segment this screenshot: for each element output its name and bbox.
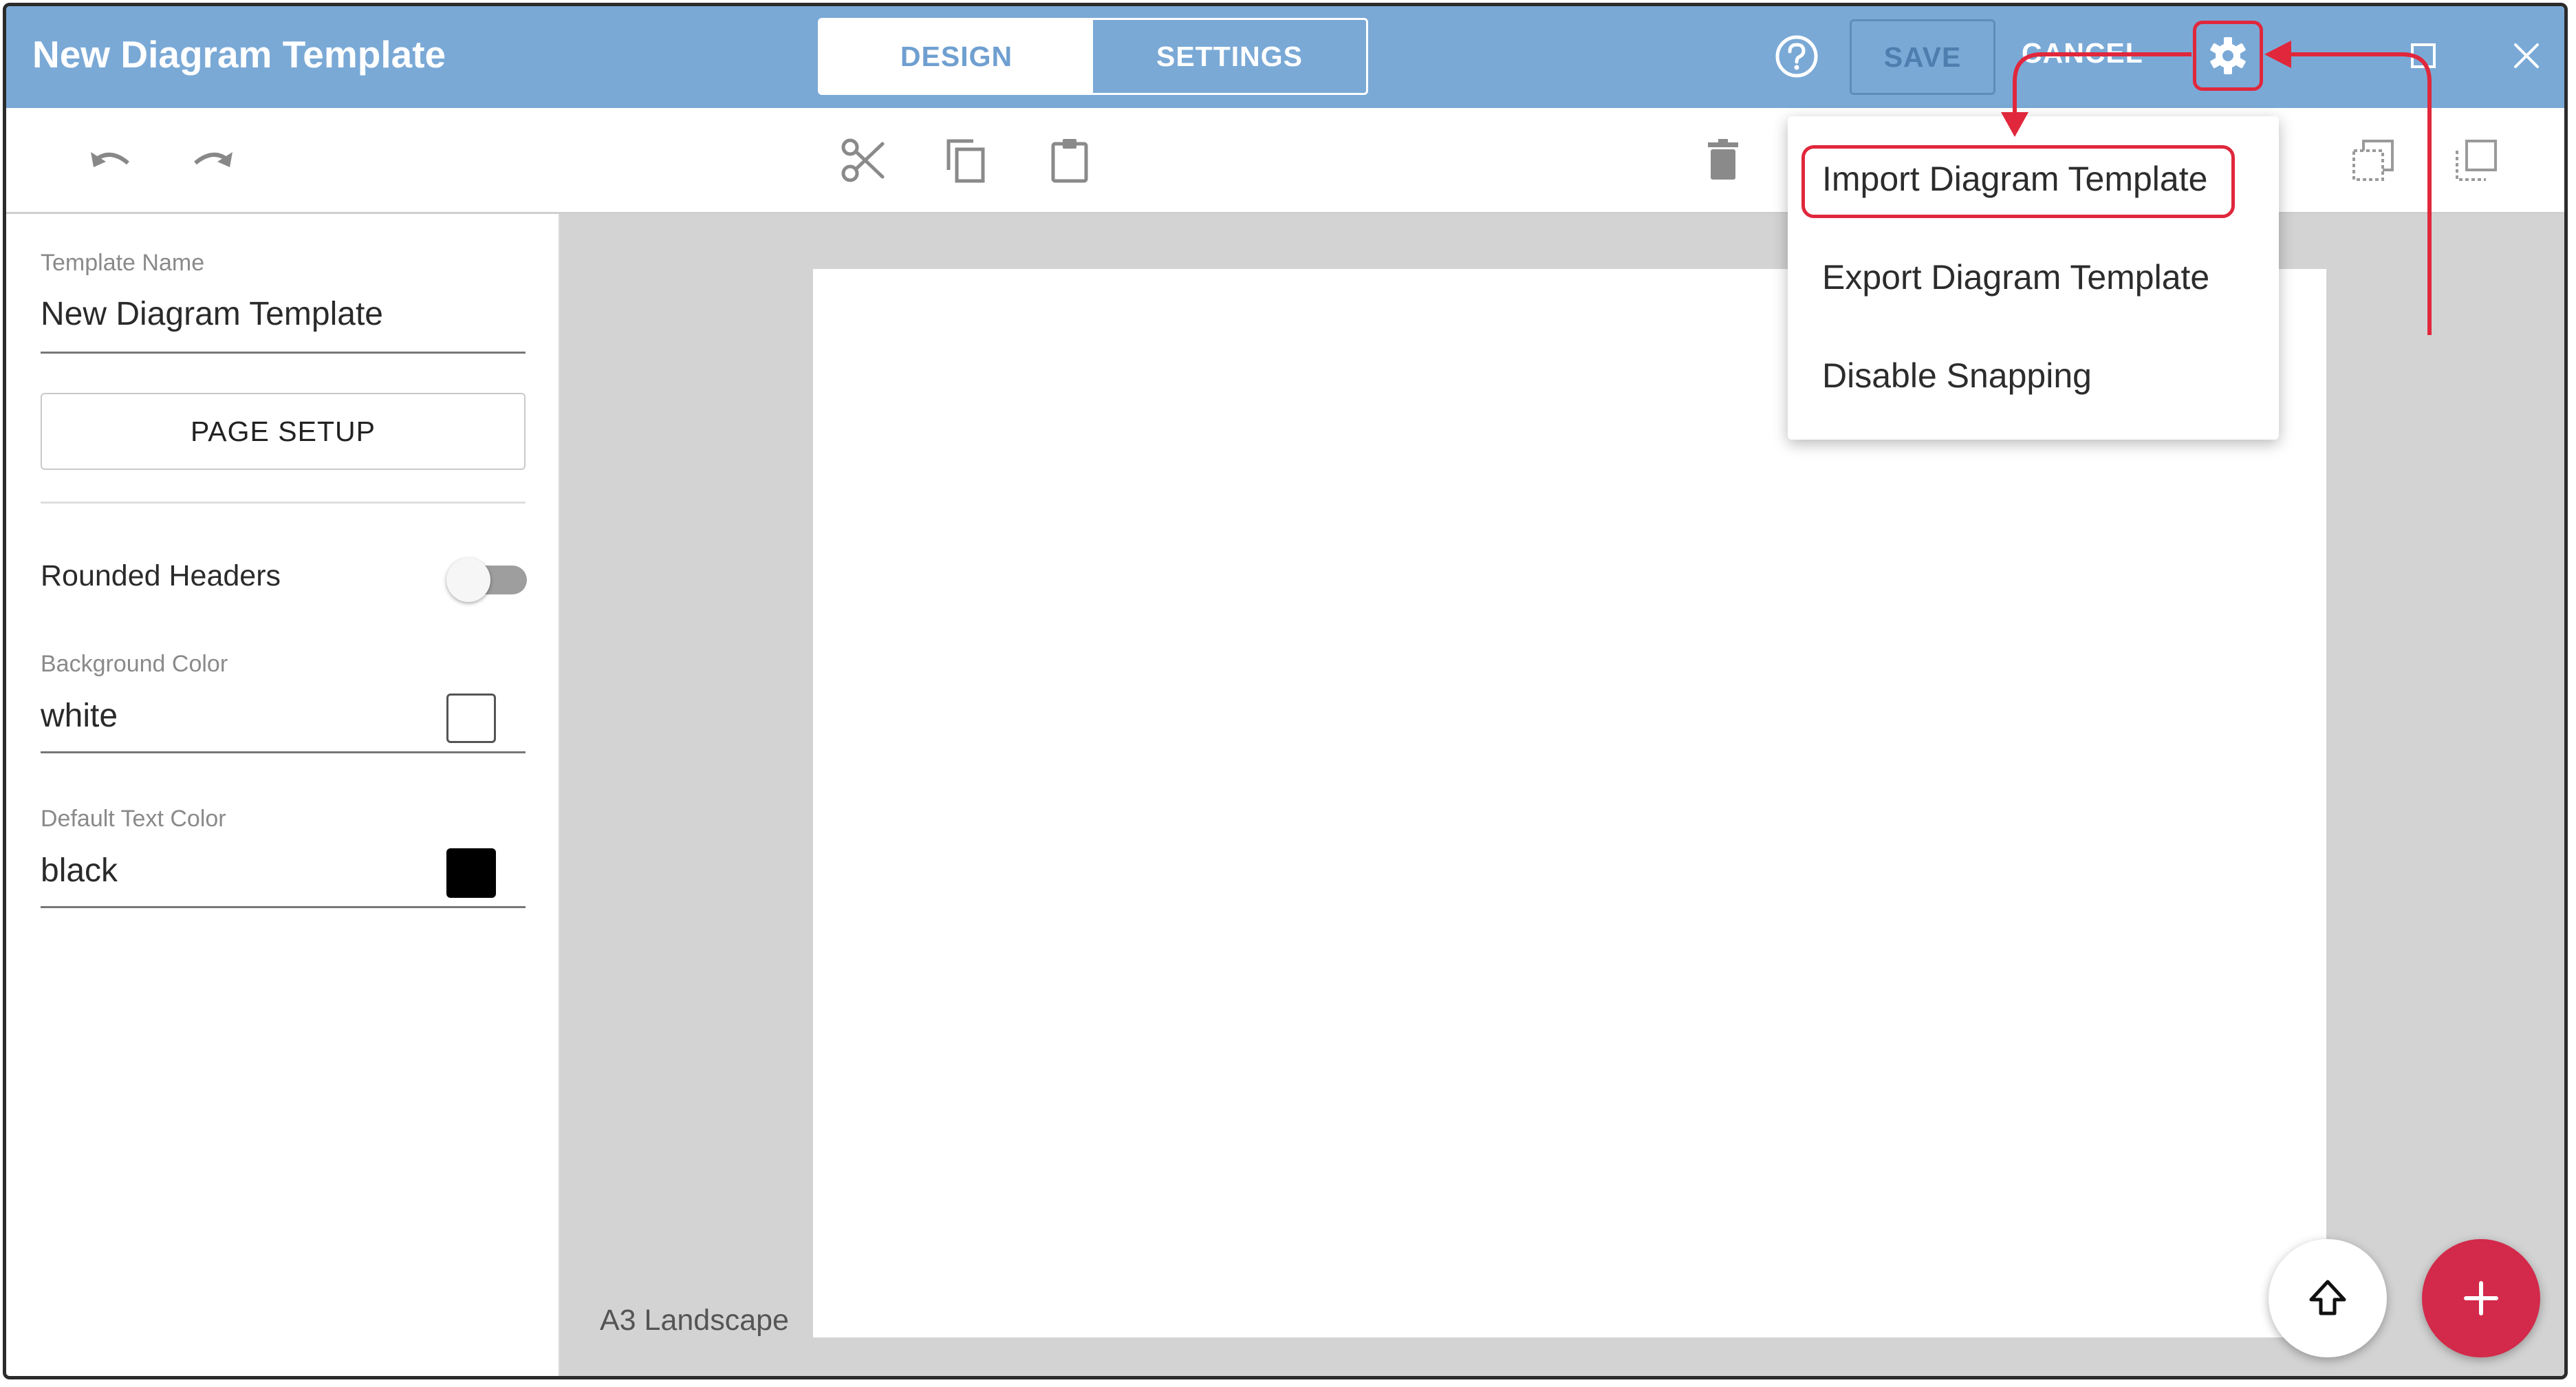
close-icon	[2514, 43, 2539, 68]
default-text-color-swatch[interactable]	[446, 848, 496, 898]
maximize-icon	[2411, 43, 2436, 68]
cut-button[interactable]	[838, 136, 888, 185]
rounded-headers-label: Rounded Headers	[41, 559, 281, 592]
menu-item-export[interactable]: Export Diagram Template	[1822, 257, 2209, 297]
send-to-back-icon	[2352, 140, 2394, 181]
bring-to-front-button[interactable]	[2451, 136, 2501, 185]
paste-button[interactable]	[1045, 136, 1094, 185]
app-window: New Diagram Template DESIGN SETTINGS SAV…	[3, 3, 2568, 1379]
background-color-swatch[interactable]	[446, 694, 496, 743]
properties-panel: Template Name New Diagram Template PAGE …	[6, 214, 560, 1376]
arrow-up-icon	[2309, 1280, 2346, 1315]
trash-icon	[1708, 139, 1738, 180]
tab-settings[interactable]: SETTINGS	[1093, 20, 1366, 93]
copy-button[interactable]	[942, 136, 991, 185]
delete-button[interactable]	[1698, 136, 1748, 185]
redo-button[interactable]	[188, 136, 238, 185]
menu-item-import[interactable]: Import Diagram Template	[1822, 159, 2207, 199]
settings-dropdown-menu: Import Diagram Template Export Diagram T…	[1788, 116, 2279, 440]
page-setup-button[interactable]: PAGE SETUP	[41, 393, 526, 470]
app-title: New Diagram Template	[32, 33, 446, 76]
bring-to-front-icon	[2456, 140, 2497, 181]
help-button[interactable]	[1774, 34, 1819, 79]
scissors-icon	[841, 138, 885, 182]
plus-icon	[2464, 1281, 2498, 1315]
clipboard-icon	[1051, 139, 1088, 183]
gear-icon	[2210, 37, 2246, 74]
background-color-underline	[41, 751, 526, 753]
add-button[interactable]	[2422, 1239, 2540, 1357]
mode-tabs: DESIGN SETTINGS	[818, 18, 1368, 95]
send-to-back-button[interactable]	[2348, 136, 2398, 185]
title-bar: New Diagram Template DESIGN SETTINGS SAV…	[6, 6, 2564, 108]
section-divider	[41, 502, 526, 504]
default-text-color-label: Default Text Color	[41, 806, 226, 832]
undo-icon	[91, 152, 129, 167]
default-text-color-input[interactable]: black	[41, 852, 118, 890]
redo-icon	[194, 152, 232, 167]
template-name-input[interactable]: New Diagram Template	[41, 295, 383, 333]
background-color-label: Background Color	[41, 651, 228, 677]
help-circle-icon	[1775, 35, 1818, 78]
template-name-underline	[41, 352, 526, 354]
tab-design[interactable]: DESIGN	[820, 20, 1093, 93]
template-name-label: Template Name	[41, 250, 205, 276]
page-size-label: A3 Landscape	[600, 1304, 789, 1337]
settings-button[interactable]	[2193, 21, 2263, 91]
cancel-button[interactable]: CANCEL	[2022, 37, 2143, 69]
default-text-color-underline	[41, 906, 526, 908]
scroll-top-button[interactable]	[2269, 1239, 2387, 1357]
toggle-knob	[446, 558, 490, 602]
undo-button[interactable]	[85, 136, 135, 185]
copy-icon	[946, 139, 985, 183]
maximize-button[interactable]	[2410, 42, 2437, 69]
close-button[interactable]	[2513, 42, 2540, 69]
menu-item-disable-snapping[interactable]: Disable Snapping	[1822, 356, 2092, 396]
background-color-input[interactable]: white	[41, 697, 118, 735]
save-button[interactable]: SAVE	[1850, 19, 1995, 95]
